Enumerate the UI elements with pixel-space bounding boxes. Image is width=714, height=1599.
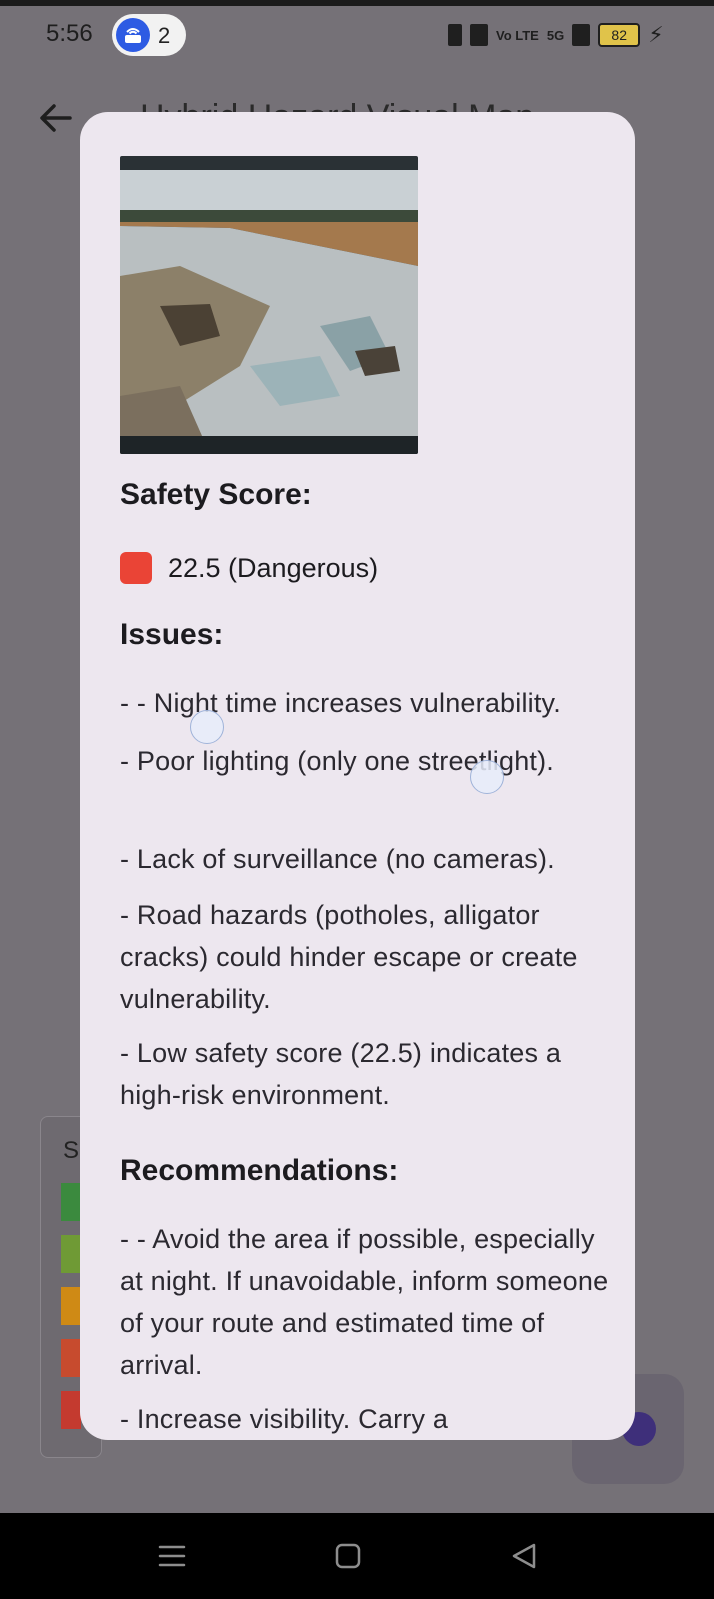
issues-heading: Issues:	[120, 618, 224, 651]
volte-label: Vo LTE	[496, 27, 539, 43]
app-screen: 5:56 2 Vo LTE 5G 82 ⚡ Hybrid Haz	[0, 6, 714, 1513]
safety-score-heading: Safety Score:	[120, 478, 312, 511]
status-bar: 5:56 2 Vo LTE 5G 82 ⚡	[0, 6, 714, 66]
issue-item: - Lack of surveillance (no cameras).	[120, 844, 555, 874]
status-icons: Vo LTE 5G 82 ⚡	[448, 22, 664, 48]
legend-swatch	[61, 1391, 81, 1429]
recommendations-heading: Recommendations:	[120, 1154, 399, 1187]
hotspot-indicator[interactable]: 2	[112, 14, 186, 56]
hotspot-icon	[116, 18, 150, 52]
back-arrow-icon[interactable]	[36, 98, 76, 138]
recommendation-item: - Increase visibility. Carry a	[120, 1404, 449, 1434]
legend-label: S	[63, 1137, 80, 1164]
touch-indicator	[470, 760, 504, 794]
status-time: 5:56	[46, 20, 93, 47]
home-icon[interactable]	[328, 1539, 368, 1573]
legend-swatch	[61, 1339, 81, 1377]
network-5g-label: 5G	[546, 27, 565, 43]
issue-item: - Poor lighting (only one streetlight).	[120, 746, 555, 776]
signal-icon	[572, 24, 591, 46]
safety-score-value: 22.5 (Dangerous)	[168, 552, 379, 583]
issue-item: - Low safety score (22.5) indicates a hi…	[120, 1038, 562, 1110]
charging-icon: ⚡	[648, 22, 664, 47]
legend-swatch	[61, 1183, 81, 1221]
issue-item: - Road hazards (potholes, alligator crac…	[120, 900, 578, 1014]
legend-swatch	[61, 1287, 81, 1325]
bluetooth-icon	[470, 24, 488, 46]
system-navigation-bar	[0, 1513, 714, 1599]
legend-swatch	[61, 1235, 81, 1273]
recommendation-item: - - Avoid the area if possible, especial…	[120, 1224, 609, 1380]
back-icon[interactable]	[504, 1539, 544, 1573]
vibrate-icon	[448, 24, 462, 46]
hotspot-count: 2	[158, 23, 171, 48]
danger-color-swatch	[120, 552, 152, 584]
safety-score-row: 22.5 (Dangerous)	[120, 550, 378, 586]
hazard-report-dialog: Safety Score: 22.5 (Dangerous) Issues: -…	[80, 112, 635, 1440]
menu-icon[interactable]	[152, 1539, 192, 1573]
battery-level: 82	[598, 23, 641, 47]
road-photo	[120, 156, 418, 454]
touch-indicator	[190, 710, 224, 744]
